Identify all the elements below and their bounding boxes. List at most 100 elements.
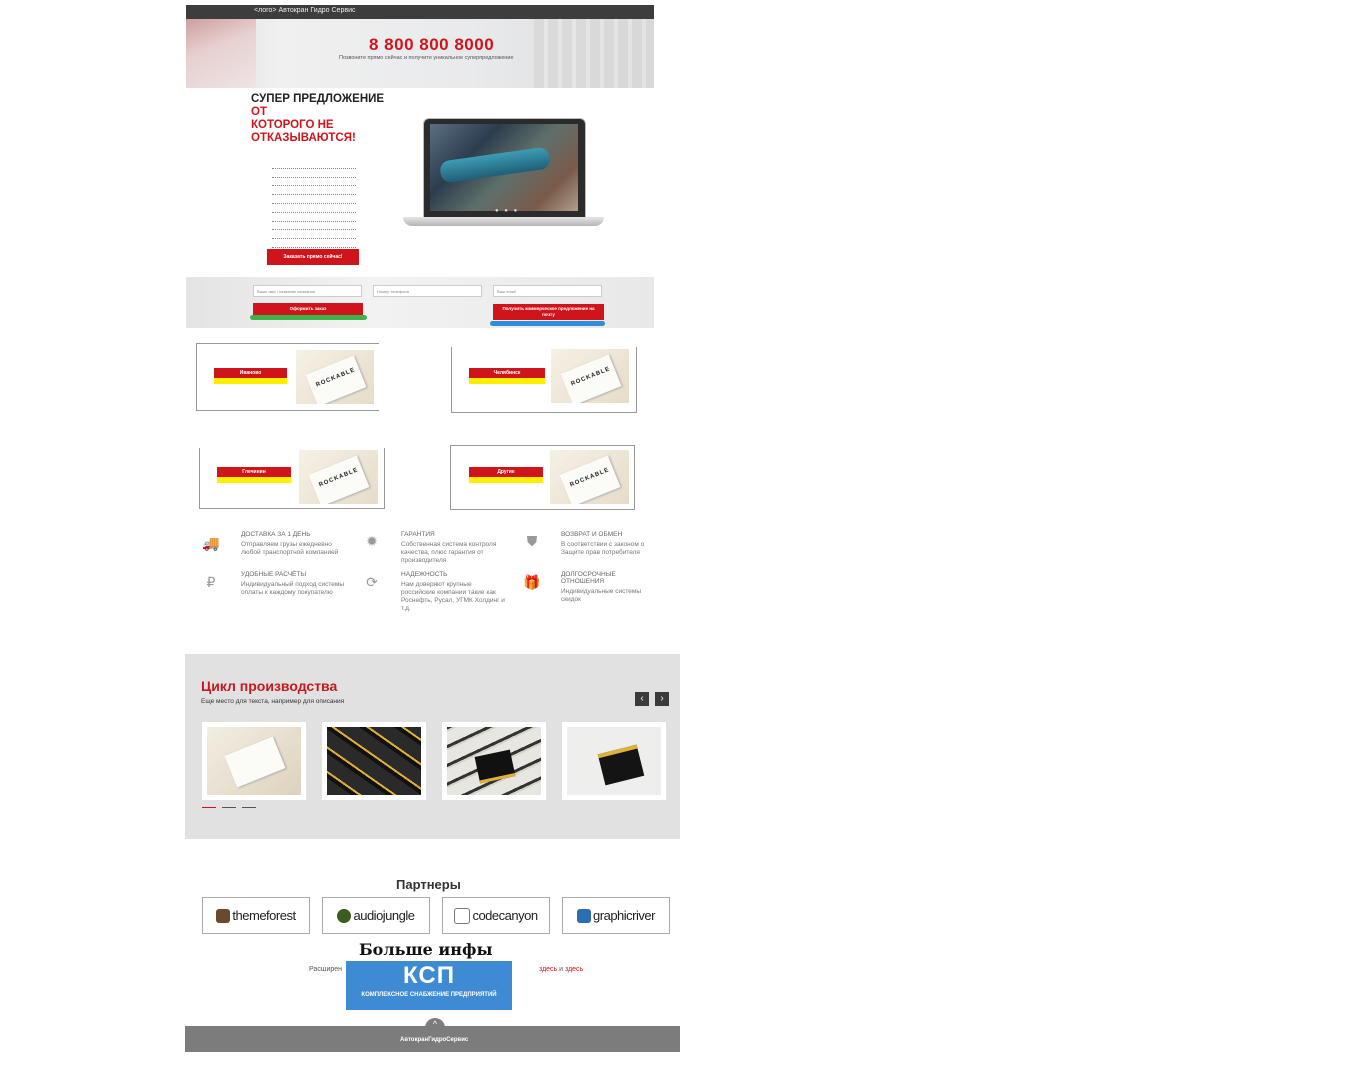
offer-heading-red-1: ОТ bbox=[251, 106, 267, 118]
phone-input[interactable]: Номер телефона bbox=[373, 285, 482, 297]
yellow-highlight bbox=[469, 477, 543, 483]
carousel-page-indicator[interactable] bbox=[222, 807, 236, 808]
city-label: Челябинск bbox=[469, 368, 545, 378]
feature-title: ГАРАНТИЯ bbox=[401, 531, 435, 538]
feature-desc: Нам доверяют крупные российские компании… bbox=[401, 581, 505, 612]
ksp-logo[interactable]: КСП КОМПЛЕКСНОЕ СНАБЖЕНИЕ ПРЕДПРИЯТИЙ bbox=[346, 961, 512, 1010]
link-here-1[interactable]: здесь bbox=[539, 966, 557, 973]
feature-delivery: ДОСТАВКА ЗА 1 ДЕНЬ Отправляем грузы ежед… bbox=[241, 531, 361, 557]
codecanyon-icon bbox=[454, 907, 471, 924]
list-item bbox=[272, 239, 356, 248]
business-card-image: ROCKABLE bbox=[296, 350, 374, 404]
crane-image bbox=[186, 19, 256, 88]
city-label: Другие bbox=[469, 467, 543, 477]
list-item bbox=[272, 160, 356, 169]
link-here-2[interactable]: здесь bbox=[565, 966, 583, 973]
yellow-highlight bbox=[217, 477, 291, 483]
get-offer-button[interactable]: Получить коммерческое предложение на поч… bbox=[493, 304, 604, 320]
feature-desc: Отправляем грузы ежедневно любой транспо… bbox=[241, 541, 339, 556]
list-item bbox=[272, 195, 356, 204]
refresh-icon: ⟳ bbox=[366, 574, 378, 590]
list-item bbox=[272, 222, 356, 231]
shield-icon: ⛊ bbox=[526, 533, 538, 549]
list-item bbox=[272, 178, 356, 187]
audiojungle-icon bbox=[337, 908, 352, 923]
production-title: Цикл производства bbox=[201, 678, 338, 694]
email-input[interactable]: Ваш email bbox=[493, 285, 602, 297]
hero-subtitle: Позвоните прямо сейчас и получите уникал… bbox=[339, 55, 514, 61]
truck-icon: 🚚 bbox=[202, 535, 220, 551]
list-item bbox=[272, 186, 356, 196]
offer-heading-black: СУПЕР ПРЕДЛОЖЕНИЕ bbox=[251, 93, 385, 105]
city-block[interactable]: Глечинин ROCKABLE bbox=[199, 448, 385, 509]
hero-banner: 8 800 800 8000 Позвоните прямо сейчас и … bbox=[186, 19, 654, 88]
offer-heading: СУПЕР ПРЕДЛОЖЕНИЕ ОТ КОТОРОГО НЕ ОТКАЗЫВ… bbox=[251, 93, 401, 145]
feature-title: ДОЛГОСРОЧНЫЕ ОТНОШЕНИЯ bbox=[561, 571, 616, 585]
name-input[interactable]: Ваше имя / название компании bbox=[253, 285, 362, 297]
gift-icon: 🎁 bbox=[523, 574, 541, 590]
feature-title: НАДЕЖНОСТЬ bbox=[401, 571, 448, 578]
phone-number[interactable]: 8 800 800 8000 bbox=[369, 35, 494, 55]
order-now-button[interactable]: Заказать прямо сейчас! bbox=[267, 249, 359, 265]
business-card-image: ROCKABLE bbox=[550, 450, 629, 504]
site-title: <лого> Автокран Гидро Сервис bbox=[254, 7, 356, 14]
yellow-highlight bbox=[469, 378, 545, 384]
more-info-title: Больше инфы bbox=[359, 940, 493, 959]
city-block[interactable]: Челябинск ROCKABLE bbox=[451, 347, 637, 413]
list-item bbox=[272, 169, 356, 178]
partners-title: Партнеры bbox=[396, 877, 461, 892]
laptop-base bbox=[403, 217, 604, 226]
feature-desc: Индивидуальный подход системы оплаты к к… bbox=[241, 581, 345, 596]
feature-desc: Собственная система контроля качества, п… bbox=[401, 541, 497, 564]
prev-arrow-button[interactable]: ‹ bbox=[635, 692, 649, 706]
offer-list bbox=[272, 160, 356, 248]
production-section: Цикл производства Еще место для текста, … bbox=[185, 654, 680, 839]
carousel-page-indicator[interactable] bbox=[202, 807, 216, 808]
next-arrow-button[interactable]: › bbox=[655, 692, 669, 706]
ruble-bag-icon: ₽ bbox=[206, 574, 216, 590]
building-image bbox=[534, 19, 654, 88]
feature-title: УДОБНЫЕ РАСЧЁТЫ bbox=[241, 571, 307, 578]
production-subtitle: Еще место для текста, например для описа… bbox=[201, 698, 345, 705]
city-block[interactable]: Другие ROCKABLE bbox=[450, 445, 635, 510]
business-card-image: ROCKABLE bbox=[551, 349, 629, 403]
slider-dots[interactable]: ● ● ● bbox=[495, 208, 519, 214]
partner-logo[interactable]: graphicriver bbox=[562, 897, 670, 934]
feature-title: ДОСТАВКА ЗА 1 ДЕНЬ bbox=[241, 531, 311, 538]
footer-company: АвтокранГидроСервис bbox=[400, 1037, 469, 1043]
feature-desc: Индивидуальные системы скидок bbox=[561, 588, 642, 603]
feature-payment: УДОБНЫЕ РАСЧЁТЫ Индивидуальный подход си… bbox=[241, 571, 361, 597]
production-thumbnail[interactable] bbox=[442, 722, 546, 800]
partner-logo[interactable]: audiojungle bbox=[322, 897, 430, 934]
city-label: Иваново bbox=[214, 368, 287, 378]
green-underline bbox=[250, 315, 367, 320]
production-thumbnail[interactable] bbox=[322, 722, 426, 800]
list-item bbox=[272, 213, 356, 222]
top-bar: <лого> Автокран Гидро Сервис bbox=[186, 5, 654, 19]
city-label: Глечинин bbox=[217, 467, 291, 477]
feature-warranty: ГАРАНТИЯ Собственная система контроля ка… bbox=[401, 531, 521, 565]
carousel-page-indicator[interactable] bbox=[242, 807, 256, 808]
list-item bbox=[272, 230, 356, 240]
feature-desc: В соответствии с законом о Защите прав п… bbox=[561, 541, 645, 556]
order-form: Ваше имя / название компании Номер телеф… bbox=[186, 277, 654, 328]
production-thumbnail[interactable] bbox=[562, 722, 666, 800]
laptop-image bbox=[430, 124, 578, 211]
offer-heading-red-2: КОТОРОГО НЕ ОТКАЗЫВАЮТСЯ! bbox=[251, 119, 356, 144]
feature-title: ВОЗВРАТ И ОБМЕН bbox=[561, 531, 623, 538]
production-thumbnail[interactable] bbox=[202, 722, 306, 800]
graphicriver-icon bbox=[577, 908, 592, 923]
scroll-up-icon[interactable]: ^ bbox=[425, 1018, 445, 1032]
themeforest-icon bbox=[216, 908, 231, 923]
award-icon: ✹ bbox=[366, 533, 378, 549]
yellow-highlight bbox=[214, 378, 287, 384]
feature-reliability: НАДЕЖНОСТЬ Нам доверяют крупные российск… bbox=[401, 571, 521, 613]
city-block[interactable]: Иваново ROCKABLE bbox=[196, 343, 379, 411]
blue-underline bbox=[490, 321, 605, 326]
list-item bbox=[272, 204, 356, 213]
partner-logo[interactable]: themeforest bbox=[202, 897, 310, 934]
feature-return: ВОЗВРАТ И ОБМЕН В соответствии с законом… bbox=[561, 531, 681, 557]
submit-order-button[interactable]: Оформить заказ bbox=[253, 303, 363, 315]
feature-relations: ДОЛГОСРОЧНЫЕ ОТНОШЕНИЯ Индивидуальные си… bbox=[561, 571, 681, 604]
partner-logo[interactable]: codecanyon bbox=[442, 897, 550, 934]
